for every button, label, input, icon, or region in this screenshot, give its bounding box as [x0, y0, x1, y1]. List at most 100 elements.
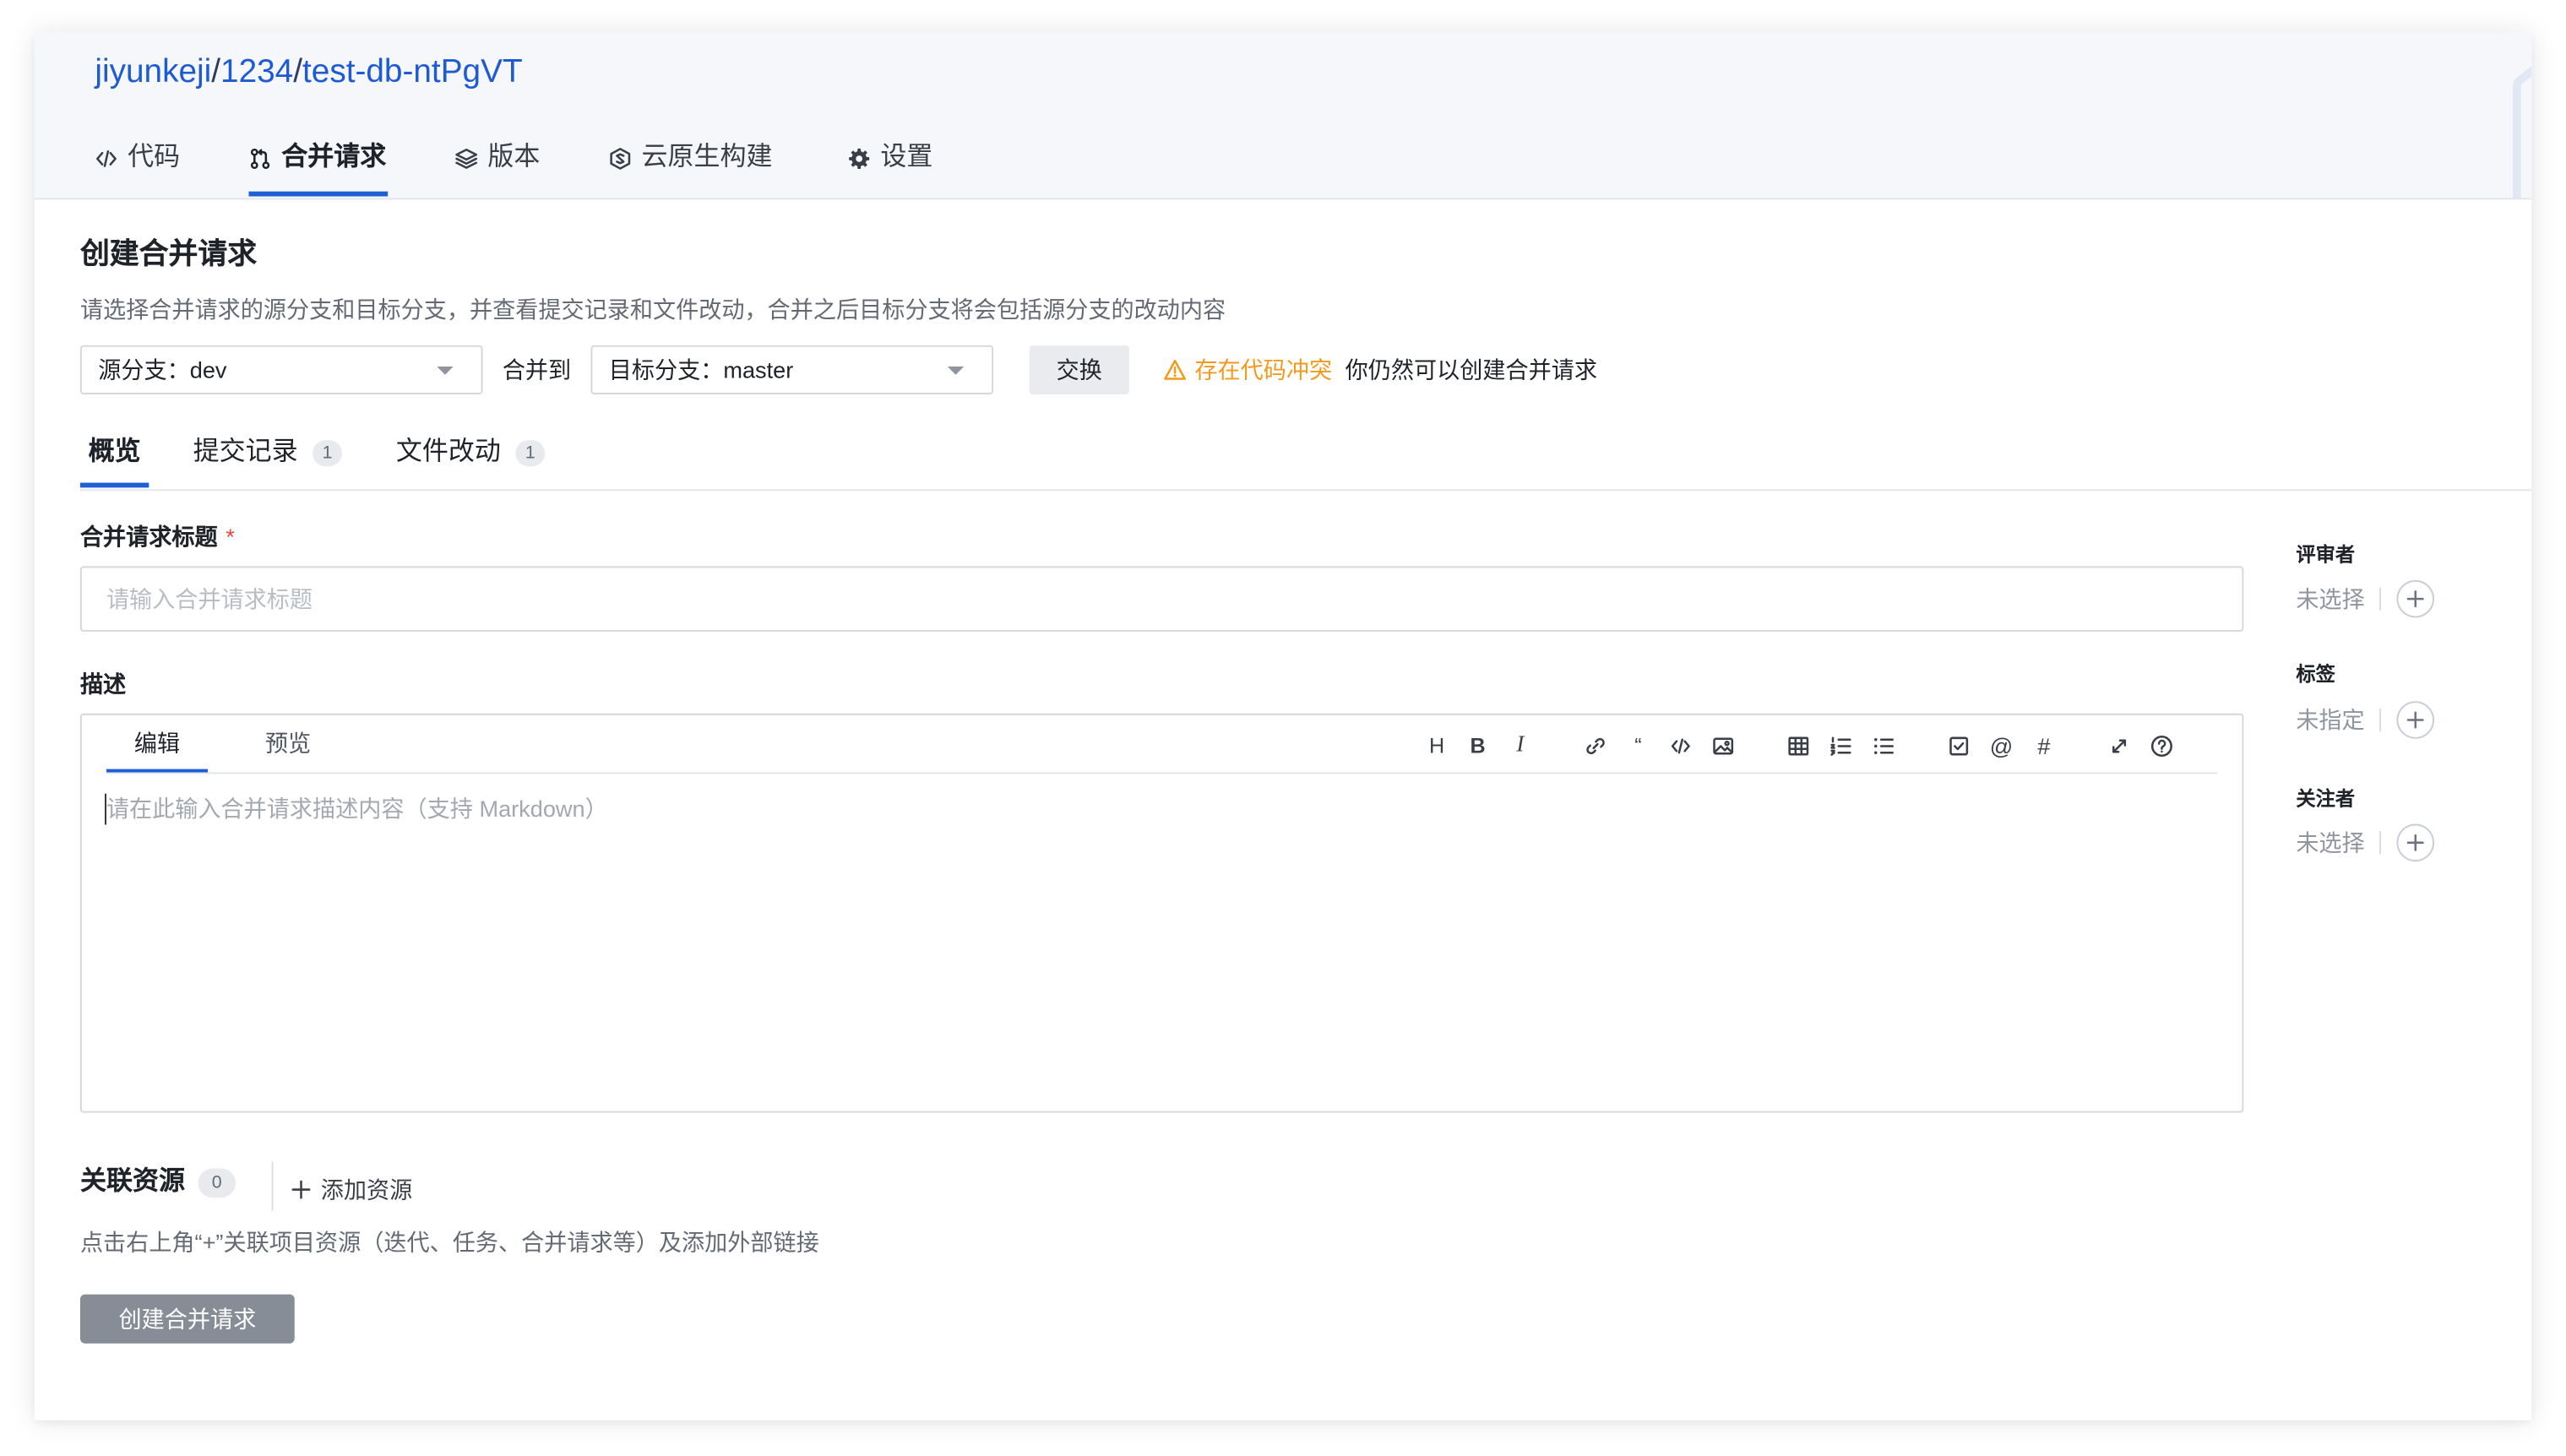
italic-icon[interactable]: I [1507, 733, 1533, 759]
breadcrumb-repo-link[interactable]: test-db-ntPgVT [302, 54, 523, 90]
conflict-note-text: 你仍然可以创建合并请求 [1345, 356, 1597, 383]
breadcrumb-group-link[interactable]: 1234 [220, 54, 293, 90]
labels-separator [2379, 708, 2382, 732]
unordered-list-icon[interactable] [1871, 733, 1897, 759]
hashtag-icon[interactable]: # [2031, 733, 2057, 759]
merge-to-label: 合并到 [502, 356, 572, 383]
help-icon[interactable] [2149, 733, 2175, 759]
target-branch-prefix: 目标分支： [608, 356, 724, 383]
unordered-list-icon-graphic [1874, 738, 1894, 754]
target-branch-value: master [723, 356, 794, 383]
conflict-warning-text: 存在代码冲突 [1194, 356, 1333, 383]
nav-tab-label: 合并请求 [281, 144, 387, 172]
reviewers-label: 评审者 [2296, 543, 2356, 567]
ordered-list-icon-graphic [1830, 736, 1851, 756]
table-icon[interactable] [1786, 733, 1812, 759]
link-icon[interactable] [1583, 733, 1609, 759]
add-label-button[interactable] [2396, 700, 2436, 740]
content-tabs-divider [79, 489, 2532, 492]
task-list-icon[interactable] [1946, 733, 1972, 759]
editor-toolbar-divider [106, 772, 2218, 774]
source-branch-value: dev [189, 356, 227, 383]
table-icon-graphic [1788, 736, 1809, 756]
active-nav-tab-indicator [248, 191, 389, 197]
breadcrumb: jiyunkeji/1234/test-db-ntPgVT [95, 52, 522, 92]
description-label: 描述 [79, 671, 127, 698]
header-watermark-graphic [2513, 66, 2532, 198]
page-canvas: jiyunkeji/1234/test-db-ntPgVT 代码 合并请求 版本 [0, 0, 2566, 1455]
nav-tab-label: 云原生构建 [641, 144, 773, 172]
breadcrumb-separator: / [293, 53, 303, 90]
related-resources-title: 关联资源 [79, 1168, 185, 1197]
task-list-icon-graphic [1949, 736, 1969, 756]
source-branch-prefix: 源分支： [98, 356, 190, 383]
create-merge-request-button[interactable]: 创建合并请求 [79, 1294, 295, 1344]
nav-tab-label: 代码 [128, 144, 181, 172]
plus-icon [291, 1180, 311, 1199]
tab-commits[interactable]: 提交记录 [193, 435, 298, 471]
resources-divider [271, 1161, 274, 1211]
fullscreen-icon-graphic [2112, 739, 2127, 753]
swap-branches-button[interactable]: 交换 [1029, 345, 1129, 394]
reviewers-separator [2379, 587, 2382, 611]
editor-tab-edit[interactable]: 编辑 [134, 725, 180, 761]
heading-icon[interactable]: H [1424, 733, 1450, 759]
help-icon-graphic [2150, 736, 2172, 757]
add-reviewer-button[interactable] [2396, 579, 2436, 619]
tab-overview[interactable]: 概览 [89, 435, 141, 471]
breadcrumb-org-link[interactable]: jiyunkeji [95, 54, 211, 90]
title-field-label: 合并请求标题 * [80, 520, 235, 553]
warning-icon [1164, 359, 1187, 380]
fullscreen-icon[interactable] [2107, 733, 2133, 759]
page-title: 创建合并请求 [79, 236, 258, 270]
labels-value: 未指定 [2296, 707, 2365, 733]
editor-tab-preview[interactable]: 预览 [265, 725, 311, 761]
text-cursor [105, 793, 106, 825]
breadcrumb-separator: / [211, 53, 221, 90]
file-changes-count-badge: 1 [515, 440, 546, 467]
code-icon-graphic [1671, 738, 1690, 754]
nav-tab-code[interactable]: 代码 [95, 141, 180, 177]
related-resources-count-badge: 0 [198, 1168, 236, 1198]
bold-icon[interactable]: B [1465, 733, 1491, 759]
add-resource-label: 添加资源 [320, 1176, 413, 1203]
image-icon[interactable] [1710, 733, 1737, 759]
page-subtitle: 请选择合并请求的源分支和目标分支，并查看提交记录和文件改动，合并之后目标分支将会… [79, 296, 1226, 323]
nav-tab-label: 版本 [487, 144, 541, 172]
markdown-editor: 编辑 预览 H B I “ @ # 请在此输入合并请求描述内容（支持 Markd… [79, 713, 2244, 1113]
image-icon-graphic [1713, 737, 1734, 755]
nav-tab-versions[interactable]: 版本 [455, 141, 541, 177]
labels-label: 标签 [2296, 662, 2335, 686]
commits-count-badge: 1 [313, 440, 342, 467]
followers-label: 关注者 [2296, 786, 2356, 811]
source-branch-select[interactable]: 源分支：dev [79, 345, 483, 394]
dropdown-caret-icon [437, 367, 454, 375]
nav-tab-cloud-native-build[interactable]: 云原生构建 [609, 141, 773, 177]
link-icon-graphic [1586, 737, 1605, 755]
nav-tab-settings[interactable]: 设置 [848, 141, 933, 177]
layers-icon [455, 149, 478, 169]
ordered-list-icon[interactable] [1828, 733, 1854, 759]
target-branch-select[interactable]: 目标分支：master [590, 345, 994, 394]
nav-tab-label: 设置 [880, 144, 933, 172]
title-label-text: 合并请求标题 [79, 524, 218, 550]
merge-request-icon [250, 148, 270, 170]
cloud-native-build-icon [610, 148, 631, 170]
followers-value: 未选择 [2296, 829, 2365, 856]
quote-icon[interactable]: “ [1625, 733, 1651, 759]
required-mark: * [226, 524, 235, 550]
reviewers-value: 未选择 [2296, 585, 2365, 612]
mention-icon[interactable]: @ [1988, 733, 2014, 759]
merge-request-panel: jiyunkeji/1234/test-db-ntPgVT 代码 合并请求 版本 [34, 32, 2532, 1421]
add-follower-button[interactable] [2396, 823, 2436, 863]
code-icon[interactable] [1667, 733, 1693, 759]
description-textarea[interactable] [106, 790, 2218, 1094]
tab-file-changes[interactable]: 文件改动 [396, 435, 501, 471]
followers-separator [2379, 831, 2382, 855]
related-resources-hint: 点击右上角“+”关联项目资源（迭代、任务、合并请求等）及添加外部链接 [79, 1229, 819, 1256]
nav-tab-merge-requests[interactable]: 合并请求 [249, 141, 387, 177]
add-resource-button[interactable]: 添加资源 [291, 1173, 412, 1206]
repo-header: jiyunkeji/1234/test-db-ntPgVT 代码 合并请求 版本 [34, 32, 2532, 200]
merge-request-title-input[interactable] [79, 566, 2244, 632]
gear-icon [849, 148, 870, 169]
